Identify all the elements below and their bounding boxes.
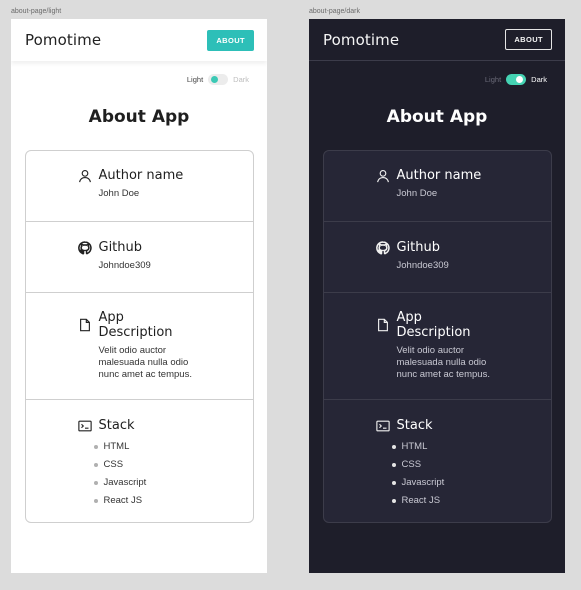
user-icon (376, 169, 389, 182)
list-item: React JS (391, 492, 500, 510)
brand-title: Pomotime (25, 31, 102, 49)
page-title: About App (386, 107, 488, 127)
author-section: Author name John Doe (324, 151, 551, 221)
about-page-dark: Pomotime ABOUT Light Dark About App Auth… (309, 19, 565, 573)
artboard-label-dark: about-page/dark (309, 8, 360, 15)
list-item: CSS (93, 456, 202, 474)
list-item: CSS (391, 456, 500, 474)
github-value: Johndoe309 (98, 260, 151, 271)
theme-toggle[interactable] (506, 74, 527, 85)
list-item: Javascript (391, 474, 500, 492)
file-icon (377, 318, 388, 332)
stack-section: Stack HTML CSS Javascript React JS (26, 399, 253, 522)
github-value: Johndoe309 (396, 260, 449, 271)
about-button[interactable]: ABOUT (207, 29, 254, 51)
theme-light-label: Light (186, 75, 204, 84)
stack-list: HTML CSS Javascript React JS (391, 438, 500, 510)
github-section: Github Johndoe309 (324, 221, 551, 292)
list-item: Javascript (93, 474, 202, 492)
author-value: John Doe (396, 188, 438, 199)
author-heading: Author name (98, 168, 184, 183)
description-heading: App Description (396, 310, 471, 340)
description-section: App Description Velit odio auctor malesu… (26, 292, 253, 399)
brand-title: Pomotime (323, 30, 400, 49)
github-icon (77, 240, 92, 254)
theme-toggle[interactable] (208, 74, 229, 85)
description-section: App Description Velit odio auctor malesu… (324, 292, 551, 399)
about-button[interactable]: ABOUT (505, 29, 552, 50)
terminal-icon (77, 420, 92, 431)
app-header: Pomotime ABOUT (309, 19, 565, 61)
about-card: Author name John Doe Github Johndoe309 A… (25, 150, 254, 523)
stack-heading: Stack (98, 418, 135, 433)
toggle-knob (516, 76, 524, 83)
description-value: Velit odio auctor malesuada nulla odio n… (396, 345, 490, 380)
author-heading: Author name (396, 168, 482, 183)
theme-dark-label: Dark (531, 75, 547, 84)
github-section: Github Johndoe309 (26, 221, 253, 292)
stack-heading: Stack (396, 418, 433, 433)
about-page-light: Pomotime ABOUT Light Dark About App Auth… (11, 19, 267, 573)
app-header: Pomotime ABOUT (11, 19, 267, 61)
file-icon (79, 318, 90, 332)
list-item: HTML (391, 438, 500, 456)
stack-section: Stack HTML CSS Javascript React JS (324, 399, 551, 522)
toggle-knob (211, 76, 219, 83)
theme-toggle-row: Light Dark (11, 61, 267, 85)
user-icon (78, 169, 91, 182)
description-heading: App Description (98, 310, 173, 340)
theme-toggle-row: Light Dark (309, 61, 565, 85)
description-value: Velit odio auctor malesuada nulla odio n… (98, 345, 192, 380)
theme-dark-label: Dark (233, 75, 249, 84)
theme-light-label: Light (484, 75, 502, 84)
author-value: John Doe (98, 188, 140, 199)
author-section: Author name John Doe (26, 151, 253, 221)
github-heading: Github (98, 240, 143, 255)
list-item: React JS (93, 492, 202, 510)
list-item: HTML (93, 438, 202, 456)
terminal-icon (375, 420, 390, 431)
page-title: About App (88, 107, 190, 127)
about-card: Author name John Doe Github Johndoe309 A… (323, 150, 552, 523)
artboard-label-light: about-page/light (11, 8, 62, 15)
stack-list: HTML CSS Javascript React JS (93, 438, 202, 510)
github-heading: Github (396, 240, 441, 255)
github-icon (375, 240, 390, 254)
